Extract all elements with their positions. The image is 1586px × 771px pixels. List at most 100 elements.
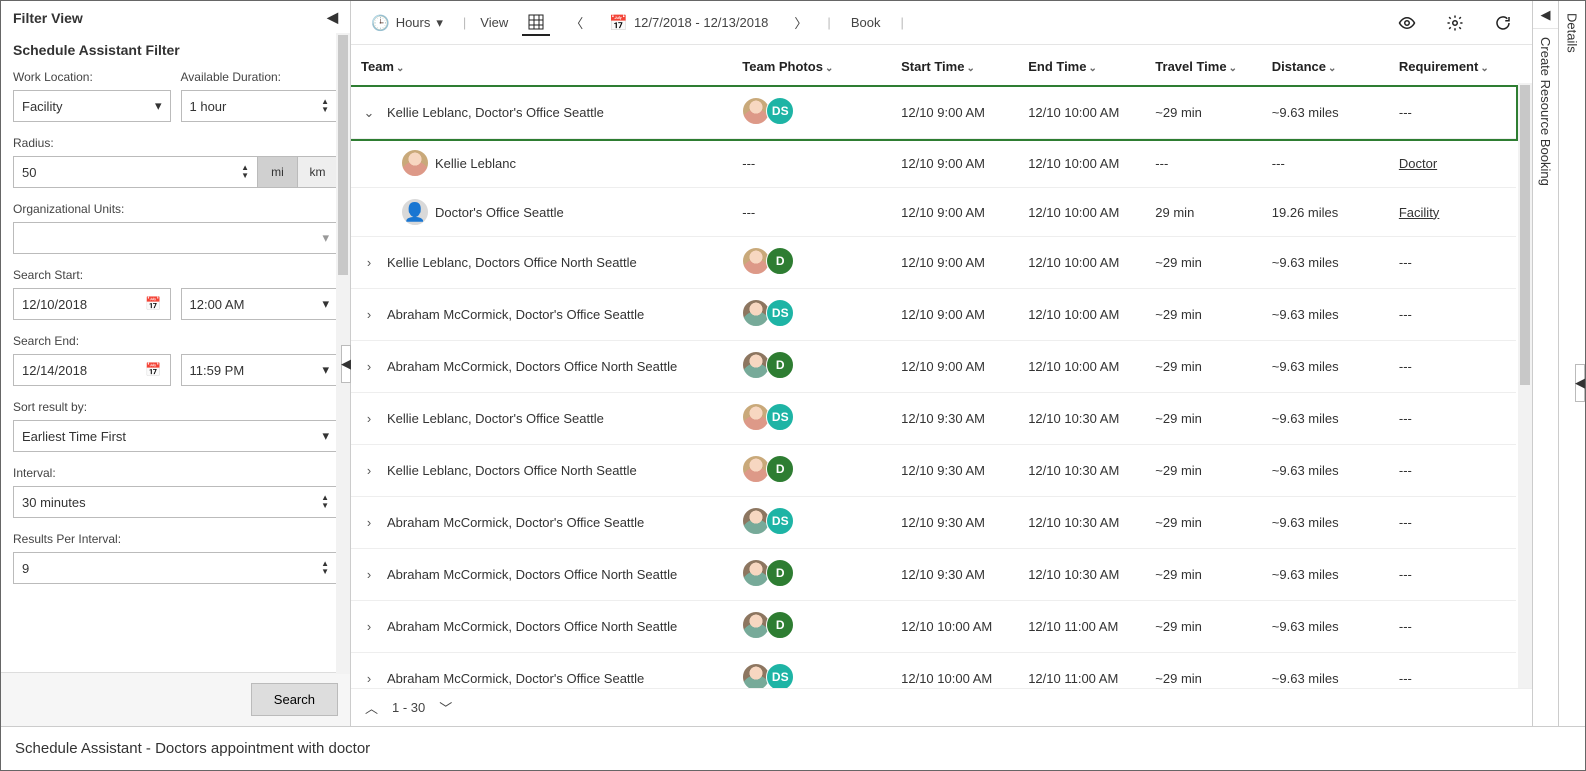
interval-value: 30 minutes: [22, 495, 86, 510]
results-per-interval-value: 9: [22, 561, 29, 576]
filter-panel-subtitle: Schedule Assistant Filter: [1, 34, 350, 70]
visibility-toggle[interactable]: [1392, 10, 1422, 36]
avatar: 👤: [401, 198, 429, 226]
table-row[interactable]: ›Abraham McCormick, Doctor's Office Seat…: [351, 497, 1516, 549]
book-button[interactable]: Book: [845, 11, 887, 34]
chevron-right-icon[interactable]: ›: [361, 619, 377, 634]
org-badge: D: [766, 559, 794, 587]
results-per-interval-stepper[interactable]: 9 ▲▼: [13, 552, 338, 584]
filter-panel-header: Filter View ◀: [1, 1, 350, 34]
search-end-time-value: 11:59 PM: [190, 363, 245, 378]
cell-distance: ~9.63 miles: [1262, 549, 1389, 601]
cell-distance: ~9.63 miles: [1262, 237, 1389, 289]
filter-panel-collapse-icon[interactable]: ◀: [327, 9, 338, 26]
table-row[interactable]: ⌄Kellie Leblanc, Doctor's Office Seattle…: [351, 87, 1516, 139]
table-row[interactable]: › Kellie Leblanc, Doctors Office North Se…: [351, 237, 1516, 289]
col-distance[interactable]: Distance⌄: [1262, 45, 1389, 87]
create-booking-collapse-icon[interactable]: ◀: [1533, 1, 1558, 29]
cell-start: 12/10 9:30 AM: [891, 393, 1018, 445]
create-booking-label: Create Resource Booking: [1536, 29, 1555, 194]
gear-icon: [1446, 14, 1464, 32]
calendar-icon: 📅: [145, 362, 161, 378]
date-range-value: 12/7/2018 - 12/13/2018: [634, 15, 768, 30]
grid-view-toggle[interactable]: [522, 10, 550, 36]
search-start-time-value: 12:00 AM: [190, 297, 245, 312]
pager-up-icon[interactable]: ︿: [365, 698, 378, 717]
results-scrollbar[interactable]: [1518, 83, 1532, 688]
filter-scroll-thumb[interactable]: [338, 35, 348, 275]
table-row[interactable]: ›Kellie Leblanc, Doctors Office North Se…: [351, 445, 1516, 497]
hours-dropdown[interactable]: 🕒 Hours ▾: [365, 10, 449, 36]
chevron-right-icon[interactable]: ›: [361, 411, 377, 426]
details-rail[interactable]: Details ◀: [1559, 1, 1585, 726]
refresh-button[interactable]: [1488, 10, 1518, 36]
unit-mi-button[interactable]: mi: [258, 156, 298, 188]
org-units-select[interactable]: ▾: [13, 222, 338, 254]
search-start-label: Search Start:: [13, 268, 338, 282]
radius-stepper[interactable]: 50 ▲▼: [13, 156, 258, 188]
requirement-link[interactable]: Doctor: [1399, 156, 1437, 171]
pager-down-icon[interactable]: ﹀: [439, 698, 452, 717]
chevron-right-icon[interactable]: ›: [361, 671, 377, 686]
caret-down-icon: ▾: [322, 230, 329, 246]
chevron-down-icon[interactable]: ⌄: [361, 105, 377, 121]
col-end[interactable]: End Time⌄: [1018, 45, 1145, 87]
calendar-icon: 📅: [609, 14, 628, 32]
cell-end: 12/10 10:00 AM: [1018, 188, 1145, 237]
separator: |: [463, 15, 466, 30]
chevron-right-icon[interactable]: ›: [361, 255, 377, 270]
table-row[interactable]: › Abraham McCormick, Doctor's Office Seat…: [351, 289, 1516, 341]
cell-travel: ~29 min: [1145, 237, 1262, 289]
sort-by-select[interactable]: Earliest Time First ▾: [13, 420, 338, 452]
col-start[interactable]: Start Time⌄: [891, 45, 1018, 87]
cell-distance: ~9.63 miles: [1262, 289, 1389, 341]
results-scroll-thumb[interactable]: [1520, 85, 1530, 385]
unit-km-button[interactable]: km: [298, 156, 338, 188]
photos-dash: ---: [742, 205, 755, 220]
search-button[interactable]: Search: [251, 683, 338, 716]
col-requirement[interactable]: Requirement⌄: [1389, 45, 1516, 87]
table-row[interactable]: Kellie Leblanc---12/10 9:00 AM12/10 10:0…: [351, 139, 1516, 188]
create-booking-rail[interactable]: ◀ Create Resource Booking: [1533, 1, 1559, 726]
table-row[interactable]: ›Abraham McCormick, Doctor's Office Seat…: [351, 653, 1516, 689]
search-start-date-picker[interactable]: 12/10/2018 📅: [13, 288, 171, 320]
settings-button[interactable]: [1440, 10, 1470, 36]
table-row[interactable]: 👤Doctor's Office Seattle---12/10 9:00 AM…: [351, 188, 1516, 237]
next-range-button[interactable]: 〉: [788, 9, 813, 36]
cell-start: 12/10 9:30 AM: [891, 549, 1018, 601]
table-row[interactable]: ›Abraham McCormick, Doctors Office North…: [351, 601, 1516, 653]
requirement-link[interactable]: Facility: [1399, 205, 1439, 220]
table-row[interactable]: ›Abraham McCormick, Doctors Office North…: [351, 341, 1516, 393]
prev-range-button[interactable]: 〈: [564, 9, 589, 36]
work-location-value: Facility: [22, 99, 62, 114]
search-end-date-picker[interactable]: 12/14/2018 📅: [13, 354, 171, 386]
radius-label: Radius:: [13, 136, 338, 150]
interval-stepper[interactable]: 30 minutes ▲▼: [13, 486, 338, 518]
search-start-time-select[interactable]: 12:00 AM ▾: [181, 288, 339, 320]
chevron-right-icon[interactable]: ›: [361, 515, 377, 530]
chevron-right-icon[interactable]: ›: [361, 307, 377, 322]
details-collapse-icon[interactable]: ◀: [1575, 364, 1585, 402]
cell-end: 12/10 10:00 AM: [1018, 341, 1145, 393]
team-name: Kellie Leblanc, Doctors Office North Sea…: [387, 255, 637, 270]
col-travel[interactable]: Travel Time⌄: [1145, 45, 1262, 87]
chevron-right-icon[interactable]: ›: [361, 463, 377, 478]
team-name: Abraham McCormick, Doctor's Office Seatt…: [387, 307, 644, 322]
cell-travel: ~29 min: [1145, 653, 1262, 689]
chevron-right-icon[interactable]: ›: [361, 567, 377, 582]
eye-icon: [1398, 14, 1416, 32]
filter-collapse-handle[interactable]: ◀: [341, 345, 351, 383]
table-row[interactable]: ›Abraham McCormick, Doctors Office North…: [351, 549, 1516, 601]
available-duration-stepper[interactable]: 1 hour ▲▼: [181, 90, 339, 122]
team-photos: D: [742, 455, 794, 483]
date-range-picker[interactable]: 📅 12/7/2018 - 12/13/2018: [603, 10, 774, 36]
cell-start: 12/10 9:30 AM: [891, 497, 1018, 549]
col-team[interactable]: Team⌄: [351, 45, 732, 87]
col-photos[interactable]: Team Photos⌄: [732, 45, 891, 87]
table-row[interactable]: ›Kellie Leblanc, Doctor's Office Seattle…: [351, 393, 1516, 445]
sort-by-value: Earliest Time First: [22, 429, 126, 444]
chevron-right-icon[interactable]: ›: [361, 359, 377, 374]
search-end-time-select[interactable]: 11:59 PM ▾: [181, 354, 339, 386]
work-location-select[interactable]: Facility ▾: [13, 90, 171, 122]
cell-distance: ~9.63 miles: [1262, 341, 1389, 393]
